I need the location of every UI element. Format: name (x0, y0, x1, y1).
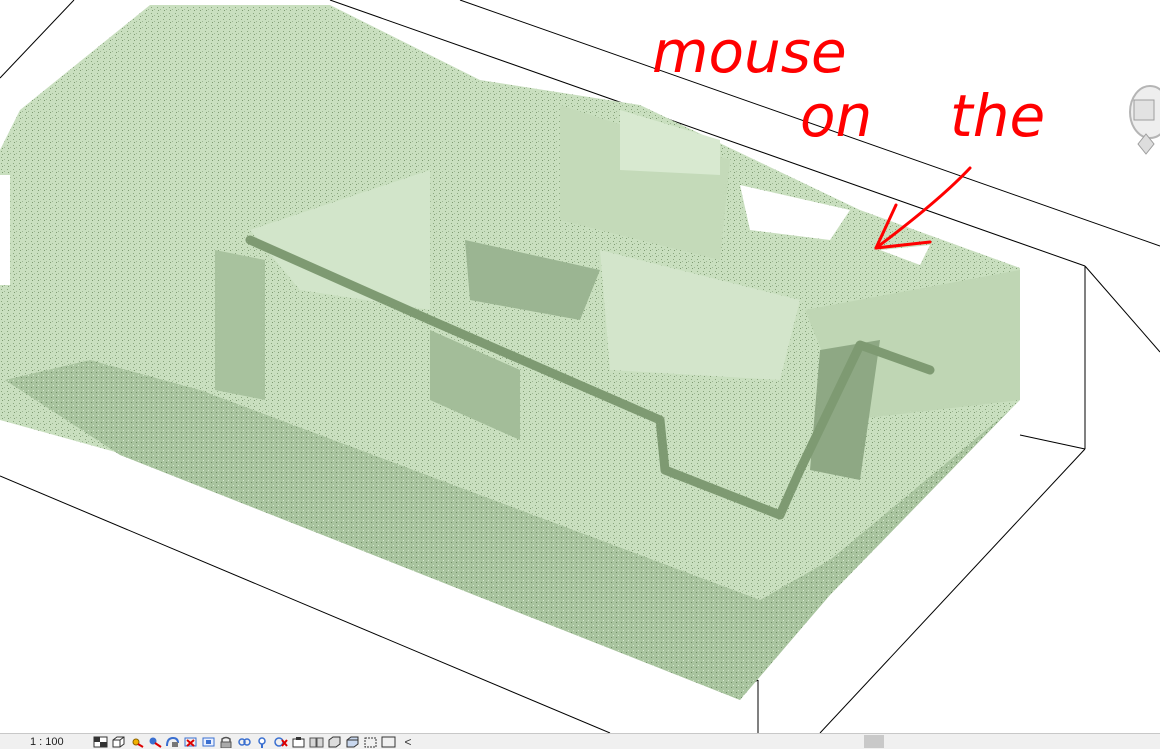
3d-viewport[interactable]: mouse on the (0, 0, 1160, 733)
point-cloud-scene[interactable]: mouse on the (0, 0, 1160, 733)
section-box-icon[interactable] (380, 735, 397, 749)
view-cube-icon[interactable] (1124, 82, 1160, 162)
annotation-line-1: mouse (652, 18, 847, 86)
view-control-bar: 1 : 100 < (0, 733, 1160, 749)
view-control-icons (92, 735, 397, 749)
annotation-line-2: on (800, 82, 872, 150)
collapse-arrow-button[interactable]: < (401, 735, 415, 749)
crop-box-icon[interactable] (362, 735, 379, 749)
sun-path-icon[interactable] (128, 735, 145, 749)
unlock-3d-view-icon[interactable] (218, 735, 235, 749)
detail-level-icon[interactable] (92, 735, 109, 749)
scrollbar-thumb[interactable] (864, 735, 884, 748)
handwritten-annotation: mouse on the (652, 18, 1045, 150)
visual-style-icon[interactable] (110, 735, 127, 749)
shadows-icon[interactable] (146, 735, 163, 749)
worksharing-display-icon[interactable] (290, 735, 307, 749)
reveal-constraints-icon[interactable] (344, 735, 361, 749)
reveal-hidden-icon[interactable] (254, 735, 271, 749)
temporary-hide-icon[interactable] (236, 735, 253, 749)
highlight-displacement-icon[interactable] (326, 735, 343, 749)
temporary-view-properties-icon[interactable] (272, 735, 289, 749)
show-crop-region-icon[interactable] (200, 735, 217, 749)
annotation-line-3: the (950, 82, 1045, 150)
rendering-icon[interactable] (164, 735, 181, 749)
crop-view-icon[interactable] (182, 735, 199, 749)
analytical-model-icon[interactable] (308, 735, 325, 749)
horizontal-scrollbar[interactable] (756, 734, 1160, 749)
view-scale[interactable]: 1 : 100 (0, 735, 92, 749)
